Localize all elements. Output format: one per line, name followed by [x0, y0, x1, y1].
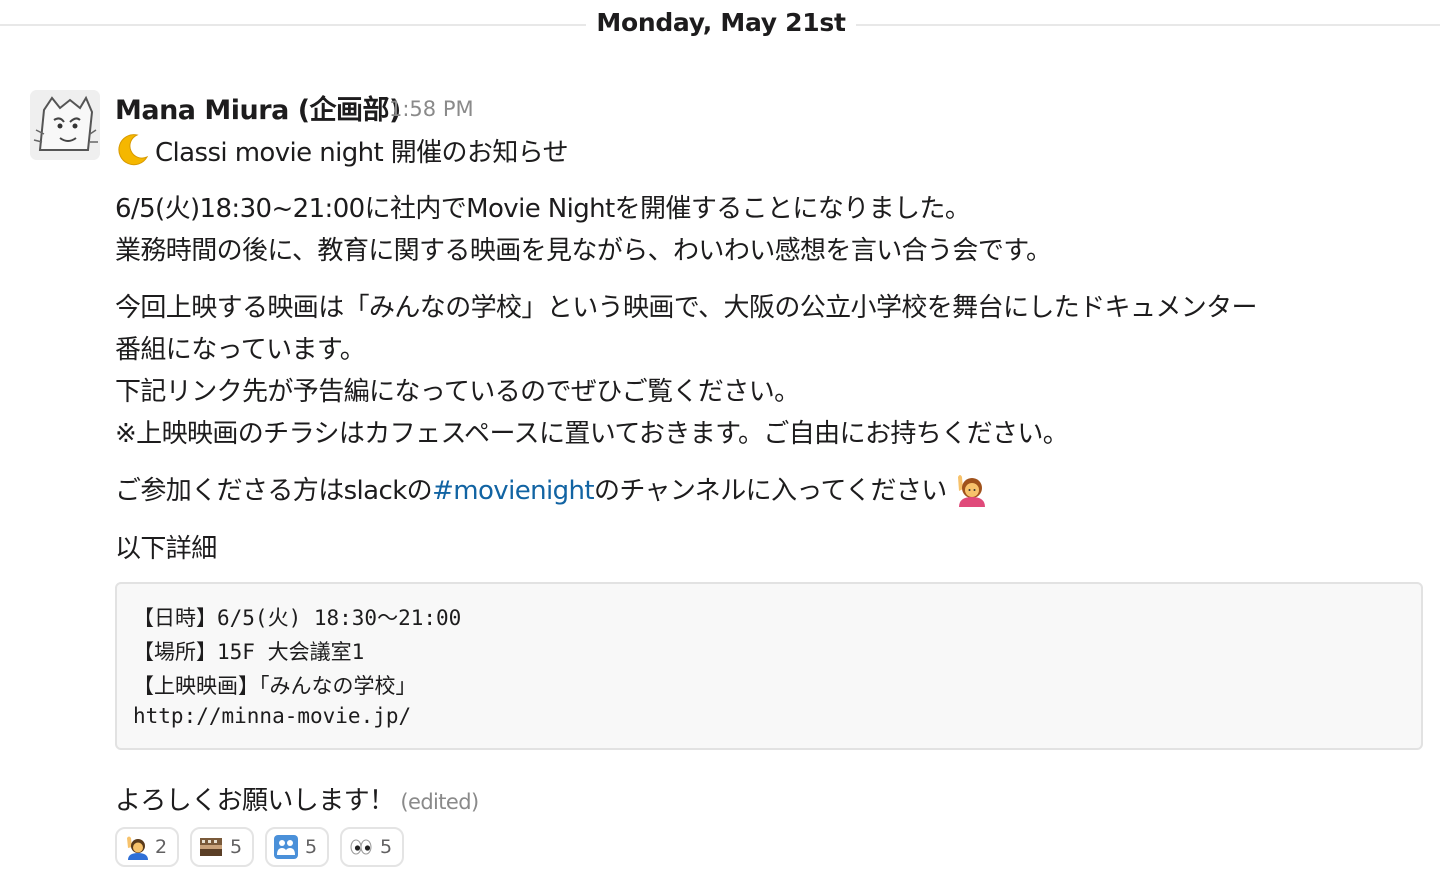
film-icon	[198, 834, 224, 860]
message-text-line: ※上映映画のチラシはカフェスペースに置いておきます。ご自由にお持ちください。	[115, 419, 1069, 449]
message-text-line: 業務時間の後に、教育に関する映画を見ながら、わいわい感想を言い合う会です。	[115, 236, 1052, 266]
message-title: Classi movie night 開催のお知らせ	[115, 131, 569, 169]
message-pane: Monday, May 21st Mana Miura (企画部) 1:58 P…	[0, 0, 1440, 886]
code-block: 【日時】6/5(火) 18:30〜21:00 【場所】15F 大会議室1 【上映…	[115, 582, 1423, 750]
message-text-line: 番組になっています。	[115, 335, 366, 365]
message-timestamp[interactable]: 1:58 PM	[389, 97, 474, 121]
channel-link[interactable]: #movienight	[432, 476, 595, 506]
closing-line: よろしくお願いします！ (edited)	[115, 780, 479, 817]
code-line: 【場所】15F 大会議室1	[133, 640, 365, 664]
message-text: ご参加くださる方はslackの	[115, 476, 433, 506]
reaction-count: 5	[380, 836, 393, 858]
crescent-moon-icon	[115, 131, 151, 167]
reaction-count: 2	[155, 836, 168, 858]
message-text-line: 6/5(火)18:30~21:00に社内でMovie Nightを開催することに…	[115, 194, 971, 224]
message-title-text: Classi movie night 開催のお知らせ	[155, 138, 569, 168]
reaction-raising-hand[interactable]: 2	[115, 827, 179, 867]
sender-name[interactable]: Mana Miura (企画部)	[115, 88, 401, 127]
reaction-eyes[interactable]: 5	[340, 827, 404, 867]
code-line: 【日時】6/5(火) 18:30〜21:00	[133, 606, 462, 630]
reaction-count: 5	[305, 836, 318, 858]
people-icon	[273, 834, 299, 860]
user-avatar-drawing	[30, 90, 100, 160]
avatar[interactable]	[30, 90, 100, 160]
message-text-line: 下記リンク先が予告編になっているのでぜひご覧ください。	[115, 377, 800, 407]
details-label: 以下詳細	[115, 534, 217, 564]
code-line: 【上映映画】「みんなの学校」	[133, 674, 417, 698]
reaction-count: 5	[230, 836, 243, 858]
message-text-line: 今回上映する映画は「みんなの学校」という映画で、大阪の公立小学校を舞台にしたドキ…	[115, 293, 1258, 323]
message-text-line: ご参加くださる方はslackの#movienightのチャンネルに入ってください	[115, 470, 987, 507]
reaction-people[interactable]: 5	[265, 827, 329, 867]
eyes-icon	[348, 834, 374, 860]
raising-hand-icon	[123, 834, 149, 860]
date-divider-line	[0, 24, 586, 26]
date-divider: Monday, May 21st	[596, 8, 846, 37]
edited-label: (edited)	[400, 790, 479, 814]
reaction-film[interactable]: 5	[190, 827, 254, 867]
code-line: http://minna-movie.jp/	[133, 704, 412, 728]
closing-text: よろしくお願いします！	[115, 786, 395, 816]
date-divider-line	[856, 24, 1440, 26]
message-text: のチャンネルに入ってください	[593, 476, 947, 506]
raising-hand-icon	[951, 471, 987, 507]
